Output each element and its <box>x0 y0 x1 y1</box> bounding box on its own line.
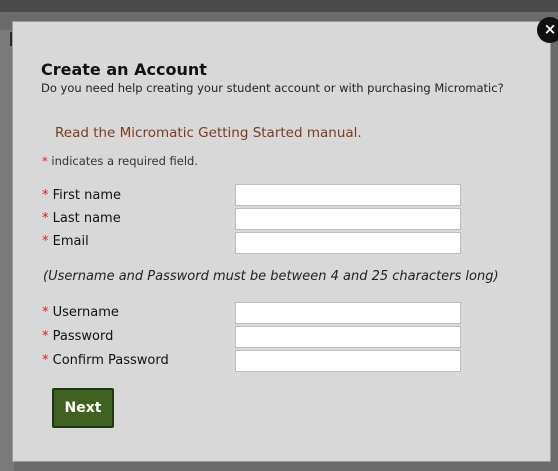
required-field-note: * indicates a required field. <box>42 154 198 168</box>
username-label-text: Username <box>52 305 119 320</box>
close-button[interactable]: × <box>537 17 558 43</box>
required-star: * <box>42 353 49 368</box>
username-input[interactable] <box>235 302 461 324</box>
first-name-label-text: First name <box>52 188 121 203</box>
last-name-label-text: Last name <box>52 211 121 226</box>
required-star: * <box>42 329 49 344</box>
confirm-password-label: * Confirm Password <box>42 353 169 368</box>
getting-started-manual-link[interactable]: Read the Micromatic Getting Started manu… <box>55 125 362 141</box>
required-star: * <box>42 154 48 168</box>
required-note-text: indicates a required field. <box>51 154 198 168</box>
password-label-text: Password <box>52 329 114 344</box>
confirm-password-input[interactable] <box>235 350 461 372</box>
required-star: * <box>42 305 49 320</box>
required-star: * <box>42 234 49 249</box>
username-label: * Username <box>42 305 119 320</box>
page-backdrop-top <box>0 0 558 12</box>
email-label: * Email <box>42 234 89 249</box>
required-star: * <box>42 188 49 203</box>
email-input[interactable] <box>235 232 461 254</box>
first-name-label: * First name <box>42 188 121 203</box>
last-name-label: * Last name <box>42 211 121 226</box>
confirm-password-label-text: Confirm Password <box>52 353 169 368</box>
required-star: * <box>42 211 49 226</box>
username-password-length-note: (Username and Password must be between 4… <box>43 269 499 284</box>
email-label-text: Email <box>52 234 89 249</box>
password-label: * Password <box>42 329 113 344</box>
dialog-title: Create an Account <box>41 60 207 79</box>
close-icon: × <box>543 20 557 38</box>
help-text: Do you need help creating your student a… <box>41 81 504 95</box>
next-button[interactable]: Next <box>52 388 114 428</box>
password-input[interactable] <box>235 326 461 348</box>
last-name-input[interactable] <box>235 208 461 230</box>
first-name-input[interactable] <box>235 184 461 206</box>
